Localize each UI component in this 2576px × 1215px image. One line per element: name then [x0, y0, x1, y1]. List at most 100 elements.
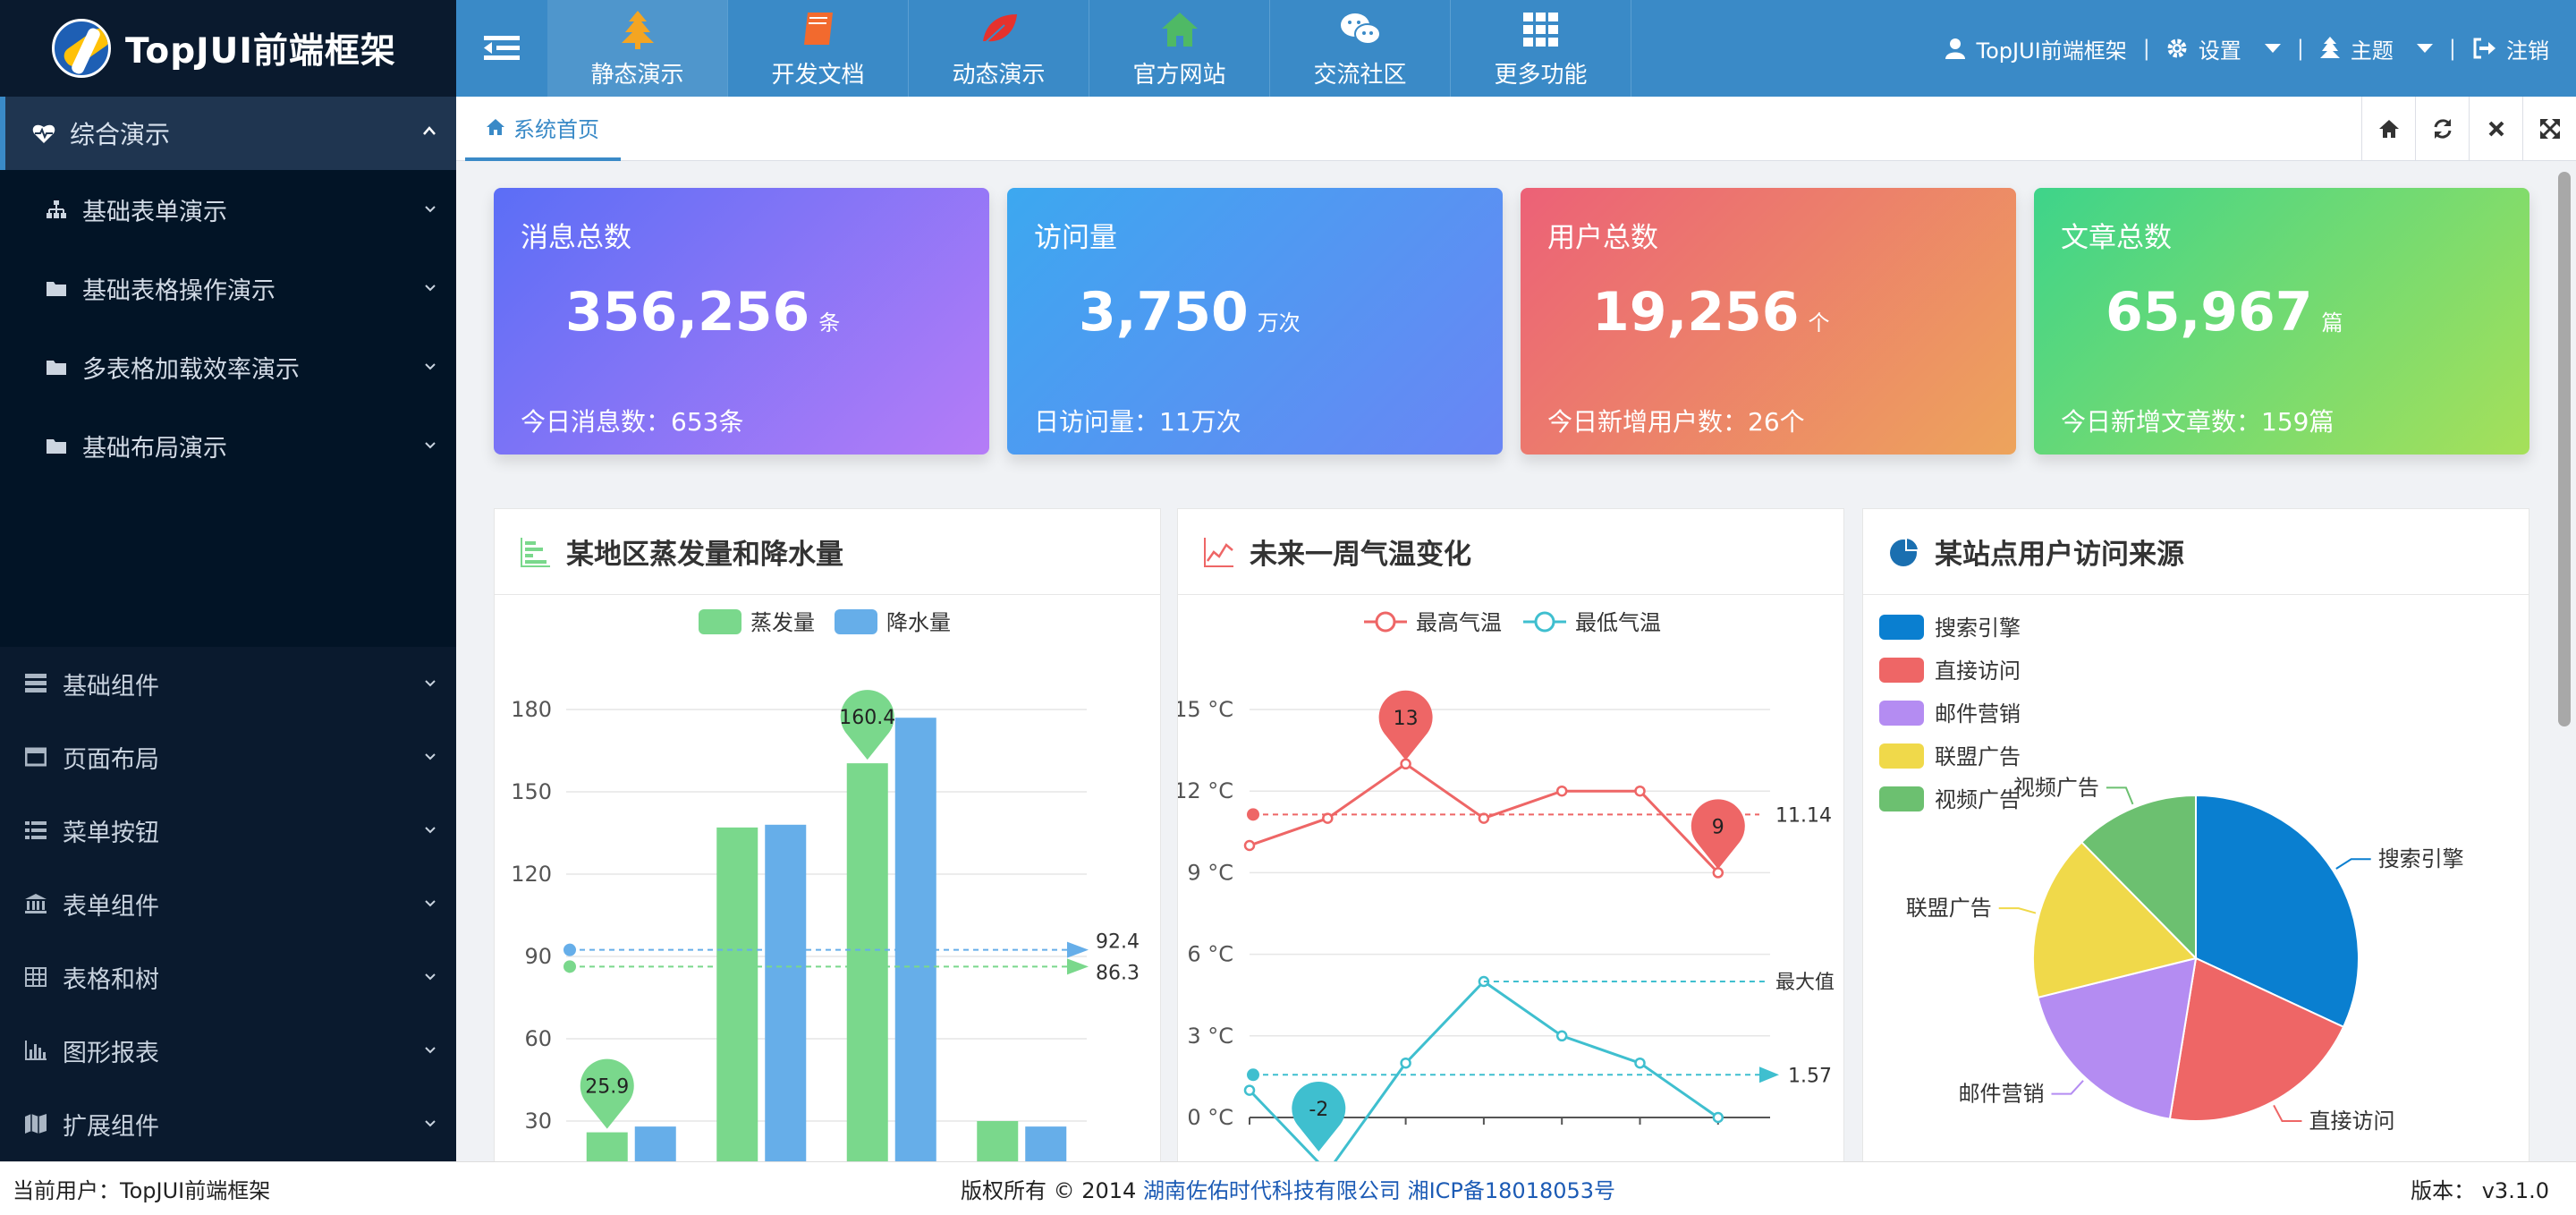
mark-point-max-label: 13 [1394, 708, 1419, 730]
sidebar-item-charts-reports[interactable]: 图形报表 [0, 1014, 456, 1087]
nav-more-features[interactable]: 更多功能 [1451, 0, 1631, 97]
legend-swatch [1879, 786, 1924, 811]
settings-dropdown[interactable]: 设置 [2166, 33, 2281, 64]
y-tick-label: 3 °C [1187, 1024, 1233, 1049]
separator: | [2296, 36, 2304, 61]
tab-system-home[interactable]: 系统首页 [465, 97, 621, 161]
logout-link[interactable]: 注销 [2472, 33, 2549, 64]
sidebar-item-extensions[interactable]: 扩展组件 [0, 1087, 456, 1160]
sidebar-item-basic-table-ops[interactable]: 基础表格操作演示 [0, 249, 456, 327]
legend-swatch [1879, 743, 1924, 769]
chevron-down-icon [425, 753, 436, 760]
y-tick-label: 15 °C [1178, 697, 1233, 722]
stat-value: 19,256 个 [1592, 281, 1830, 344]
stat-card-visits: 访问量 3,750 万次 日访问量：11万次 [1007, 188, 1503, 455]
theme-label: 主题 [2350, 38, 2394, 64]
pie-chart-icon [1890, 536, 1920, 566]
theme-dropdown[interactable]: 主题 [2319, 33, 2433, 64]
mark-point-min-label: -2 [1309, 1099, 1328, 1121]
bar-蒸发量 [977, 1121, 1019, 1161]
line-chart: 最高气温 最低气温 0 °C 3 °C 6 °C 9 °C 12 °C 15 °C 11.14 1… [1178, 610, 1835, 1161]
stat-number: 19,256 [1592, 281, 1800, 344]
y-tick-label: 0 °C [1187, 1105, 1233, 1130]
tab-refresh-button[interactable] [2415, 97, 2469, 161]
wechat-icon [1340, 13, 1381, 45]
legend-label: 蒸发量 [750, 610, 815, 635]
current-user-link[interactable]: TopJUI前端框架 [1945, 33, 2127, 64]
panel-temperature: 未来一周气温变化 最高气温 最低气温 0 °C 3 °C 6 °C 9 °C 12 °C 15… [1177, 508, 1844, 1161]
icp-link[interactable]: 湘ICP备18018053号 [1408, 1178, 1615, 1203]
series-point [1634, 1057, 1646, 1069]
mark-line-start [1247, 1068, 1259, 1082]
line-chart-icon [1204, 537, 1233, 567]
stat-value: 356,256 条 [565, 281, 840, 344]
chevron-down-icon [425, 363, 436, 370]
bar-蒸发量 [846, 763, 888, 1161]
y-tick-label: 180 [511, 697, 552, 722]
current-user-name: TopJUI前端框架 [1976, 38, 2127, 64]
sidebar-item-multi-table-load[interactable]: 多表格加载效率演示 [0, 327, 456, 406]
stat-value: 3,750 万次 [1079, 281, 1301, 344]
sign-out-icon [2473, 38, 2496, 59]
nav-community[interactable]: 交流社区 [1270, 0, 1451, 97]
logo[interactable]: TopJUI前端框架 [0, 0, 456, 97]
legend-swatch [1879, 701, 1924, 726]
sidebar-item-menu-buttons[interactable]: 菜单按钮 [0, 794, 456, 867]
stat-number: 65,967 [2106, 281, 2313, 344]
logo-mark-icon [52, 19, 111, 78]
sidebar-item-label: 扩展组件 [63, 1112, 159, 1141]
nav-dev-docs[interactable]: 开发文档 [728, 0, 909, 97]
series-point [1712, 1111, 1724, 1124]
stat-number: 3,750 [1079, 281, 1249, 344]
caret-down-icon [2416, 44, 2433, 53]
copyright-text: 版权所有 © 2014 [960, 1178, 1137, 1203]
tab-close-button[interactable] [2469, 97, 2522, 161]
chart-area: 搜索引擎 直接访问 邮件营销 联盟广告 视频广告 搜索引擎 直接访问 邮件营销 联盟广告 视频广告 [1863, 595, 2530, 1161]
sidebar-item-label: 基础组件 [63, 672, 159, 701]
mark-line-label: 86.3 [1096, 962, 1140, 984]
mark-point-min-label: 25.9 [585, 1076, 629, 1099]
chevron-down-icon [425, 1047, 436, 1054]
y-tick-label: 150 [511, 779, 552, 804]
sidebar-section-comprehensive-demo[interactable]: 综合演示 [0, 97, 456, 170]
mark-line-label: 92.4 [1096, 931, 1140, 954]
nav-dynamic-demo[interactable]: 动态演示 [909, 0, 1089, 97]
series-point [1634, 785, 1646, 797]
nav-label: 官方网站 [1132, 61, 1226, 89]
legend-swatch [1879, 658, 1924, 683]
tab-bar: 系统首页 [456, 97, 2576, 161]
y-tick-label: 30 [524, 1109, 552, 1134]
expand-icon [2539, 118, 2560, 140]
content-scrollbar[interactable] [2558, 172, 2571, 726]
y-tick-label: 90 [524, 944, 552, 969]
sidebar-item-basic-form[interactable]: 基础表单演示 [0, 170, 456, 249]
tab-home-button[interactable] [2361, 97, 2415, 161]
y-tick-label: 9 °C [1187, 860, 1233, 885]
sidebar-toggle-button[interactable] [456, 0, 547, 97]
sidebar-item-form-components[interactable]: 表单组件 [0, 867, 456, 940]
company-link[interactable]: 湖南佐佑时代科技有限公司 [1143, 1178, 1401, 1203]
folder-icon [47, 282, 66, 296]
y-tick-label: 6 °C [1187, 942, 1233, 967]
chart-area: 蒸发量 降水量 30 60 90 120 150 180 160.4 25.9 92.4 86.3 [495, 595, 1162, 1161]
nav-official-site[interactable]: 官方网站 [1089, 0, 1270, 97]
bar-降水量 [634, 1126, 676, 1161]
bar-chart: 蒸发量 降水量 30 60 90 120 150 180 160.4 25.9 92.4 86.3 [511, 609, 1140, 1161]
legend-label: 搜索引擎 [1935, 616, 2021, 641]
panel-header: 某地区蒸发量和降水量 [495, 509, 1160, 595]
chevron-down-icon [425, 442, 436, 449]
tab-fullscreen-button[interactable] [2522, 97, 2576, 161]
pie-label: 搜索引擎 [2378, 846, 2464, 871]
mark-point-max-label: 160.4 [839, 707, 895, 729]
stat-card-users: 用户总数 19,256 个 今日新增用户数：26个 [1521, 188, 2016, 455]
legend-marker [1534, 611, 1555, 633]
sidebar-item-table-tree[interactable]: 表格和树 [0, 940, 456, 1014]
nav-label: 开发文档 [771, 61, 865, 89]
sidebar-groups: 基础组件 页面布局 菜单按钮 表单组件 表格和树 图形报表 扩展组件 [0, 647, 456, 1160]
sidebar-item-basic-components[interactable]: 基础组件 [0, 647, 456, 720]
sidebar-item-basic-layout[interactable]: 基础布局演示 [0, 406, 456, 485]
sidebar-item-label: 基础表单演示 [82, 198, 227, 226]
sidebar-item-page-layout[interactable]: 页面布局 [0, 720, 456, 794]
nav-static-demo[interactable]: 静态演示 [547, 0, 728, 97]
sidebar-item-label: 表单组件 [63, 892, 159, 921]
